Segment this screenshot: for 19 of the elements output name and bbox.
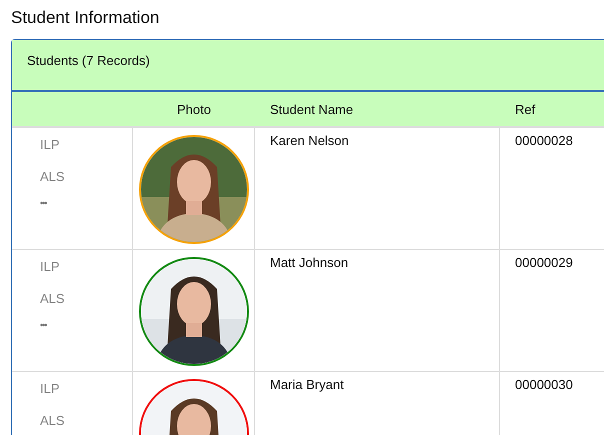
column-title: Ref [515,102,536,116]
action-link[interactable]: ILP [40,259,60,275]
action-link[interactable]: ALS [40,169,65,185]
action-link[interactable]: ILP [40,381,60,397]
action-link[interactable]: ALS [40,413,65,429]
student-name: Karen Nelson [270,133,349,148]
student-ref: 00000028 [515,133,573,148]
column-title: Student Name [270,102,354,116]
action-link[interactable]: ALS [40,291,65,307]
student-name: Matt Johnson [270,255,348,270]
action-link[interactable]: ILP [40,137,60,153]
student-name: Maria Bryant [270,377,344,392]
panel-title: Students (7 Records) [27,53,150,68]
column-title: Photo [177,102,211,116]
more-link[interactable]: ••• [40,198,46,208]
student-ref: 00000030 [515,377,573,392]
student-ref: 00000029 [515,255,573,270]
page-title: Student Information [11,8,160,28]
more-link[interactable]: ••• [40,320,46,330]
